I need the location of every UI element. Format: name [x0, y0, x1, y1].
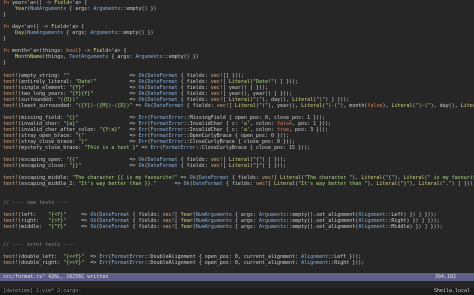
status-filename: src/format.rs" 426L, 16256C written [3, 274, 109, 280]
tmux-hostname: Sheila.local [433, 288, 470, 294]
code-line[interactable]: test!(left: "{<Y}" => Ok(DateFormat { fi… [0, 212, 474, 218]
code-line[interactable]: test!(middle: "{^Y}" => Ok(DateFormat { … [0, 224, 474, 230]
vim-command-line[interactable] [0, 281, 474, 288]
vim-status-line: src/format.rs" 426L, 16256C written 394,… [0, 273, 474, 281]
cursor-position: 394,102 [434, 274, 456, 280]
editor-buffer[interactable]: fn year<'a>() -> Field<'a> { Year(NumArg… [0, 0, 474, 273]
code-line[interactable]: test!(right: "{>Y}" => Ok(DateFormat { f… [0, 218, 474, 224]
tmux-status-bar: [datetime] 1:vim* 2:cargo- Sheila.local [0, 288, 474, 295]
code-line[interactable]: test!(double_right: "{>>Y}" => Err(Forma… [0, 260, 474, 266]
code-line[interactable]: test!(escaping_middle_2: "It's way bette… [0, 181, 474, 187]
tmux-window-list[interactable]: [datetime] 1:vim* 2:cargo- [3, 288, 81, 295]
code-line[interactable]: test!(least_surrounded: "({Y})-({M})-({D… [0, 103, 474, 109]
